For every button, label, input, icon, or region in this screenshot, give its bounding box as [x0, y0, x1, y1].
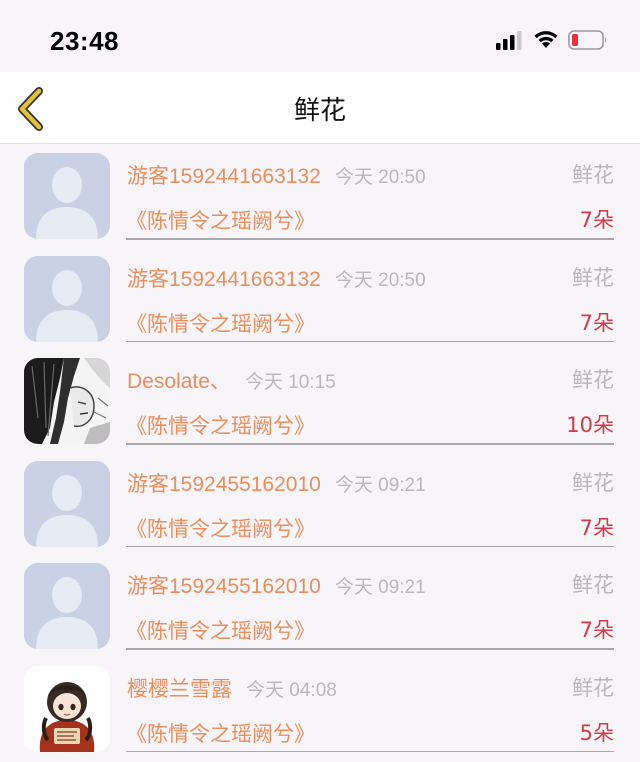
- user-name[interactable]: 游客1592455162010 今天 09:21: [127, 570, 426, 600]
- gift-type: 鲜花: [572, 470, 614, 495]
- gift-list: 游客1592441663132 今天 20:50 鲜花 《陈情令之瑶阙兮》 7朵 …: [0, 145, 640, 761]
- book-title[interactable]: 《陈情令之瑶阙兮》: [126, 308, 315, 338]
- gift-type: 鲜花: [572, 265, 614, 290]
- status-time: 23:48: [50, 26, 119, 56]
- timestamp: 今天 04:08: [246, 679, 337, 701]
- status-bar: 23:48: [0, 0, 640, 72]
- book-title[interactable]: 《陈情令之瑶阙兮》: [126, 513, 315, 543]
- manga-avatar: [24, 358, 110, 445]
- book-title[interactable]: 《陈情令之瑶阙兮》: [126, 615, 315, 645]
- timestamp: 今天 20:50: [334, 167, 426, 188]
- gift-count: 10朵: [566, 413, 614, 438]
- battery-icon: [568, 30, 607, 50]
- user-name[interactable]: 游客1592441663132 今天 20:50: [127, 160, 426, 190]
- gift-count: 7朵: [579, 515, 614, 540]
- divider: [126, 750, 614, 753]
- page-title: 鲜花: [293, 96, 346, 126]
- avatar[interactable]: [24, 153, 110, 239]
- divider: [126, 443, 614, 445]
- avatar[interactable]: [24, 665, 110, 752]
- divider: [126, 648, 614, 650]
- gift-count: 5朵: [579, 720, 614, 745]
- gift-count: 7朵: [579, 310, 614, 335]
- list-item[interactable]: 游客1592441663132 今天 20:50 鲜花 《陈情令之瑶阙兮》 7朵: [0, 248, 640, 351]
- default-avatar-icon: [24, 153, 110, 239]
- default-avatar-icon: [24, 255, 110, 342]
- user-name[interactable]: 游客1592441663132 今天 20:50: [127, 263, 426, 293]
- gift-count: 7朵: [579, 618, 614, 643]
- gift-count: 7朵: [579, 208, 614, 232]
- default-avatar-icon: [24, 460, 110, 547]
- wifi-icon: [534, 31, 558, 48]
- user-name[interactable]: Desolate、 今天 10:15: [127, 365, 336, 395]
- list-item[interactable]: 游客1592455162010 今天 09:21 鲜花 《陈情令之瑶阙兮》 7朵: [0, 555, 640, 658]
- list-item[interactable]: 游客1592455162010 今天 09:21 鲜花 《陈情令之瑶阙兮》 7朵: [0, 453, 640, 556]
- avatar[interactable]: [24, 255, 110, 342]
- timestamp: 今天 09:21: [334, 474, 426, 496]
- cellular-signal-icon: [496, 31, 522, 50]
- list-item[interactable]: 游客1592441663132 今天 20:50 鲜花 《陈情令之瑶阙兮》 7朵: [0, 145, 640, 248]
- gift-type: 鲜花: [572, 368, 614, 393]
- book-title[interactable]: 《陈情令之瑶阙兮》: [126, 410, 315, 440]
- timestamp: 今天 20:50: [334, 269, 426, 291]
- book-title[interactable]: 《陈情令之瑶阙兮》: [126, 718, 315, 748]
- user-name[interactable]: 游客1592455162010 今天 09:21: [127, 468, 426, 498]
- navigation-bar: 鲜花: [0, 72, 640, 144]
- timestamp: 今天 10:15: [244, 372, 336, 394]
- divider: [126, 340, 614, 343]
- user-name[interactable]: 樱樱兰雪露 今天 04:08: [127, 673, 337, 703]
- avatar[interactable]: [24, 460, 110, 547]
- timestamp: 今天 09:21: [334, 577, 426, 599]
- divider: [126, 545, 614, 548]
- chibi-avatar: [24, 665, 110, 752]
- book-title[interactable]: 《陈情令之瑶阙兮》: [126, 205, 315, 235]
- gift-type: 鲜花: [572, 573, 614, 598]
- gift-type: 鲜花: [572, 675, 614, 700]
- divider: [126, 238, 614, 240]
- default-avatar-icon: [24, 563, 110, 650]
- gift-type: 鲜花: [572, 163, 614, 187]
- list-item[interactable]: Desolate、 今天 10:15 鲜花 《陈情令之瑶阙兮》 10朵: [0, 350, 640, 453]
- list-item[interactable]: 樱樱兰雪露 今天 04:08 鲜花 《陈情令之瑶阙兮》 5朵: [0, 658, 640, 761]
- avatar[interactable]: [24, 358, 110, 445]
- avatar[interactable]: [24, 563, 110, 650]
